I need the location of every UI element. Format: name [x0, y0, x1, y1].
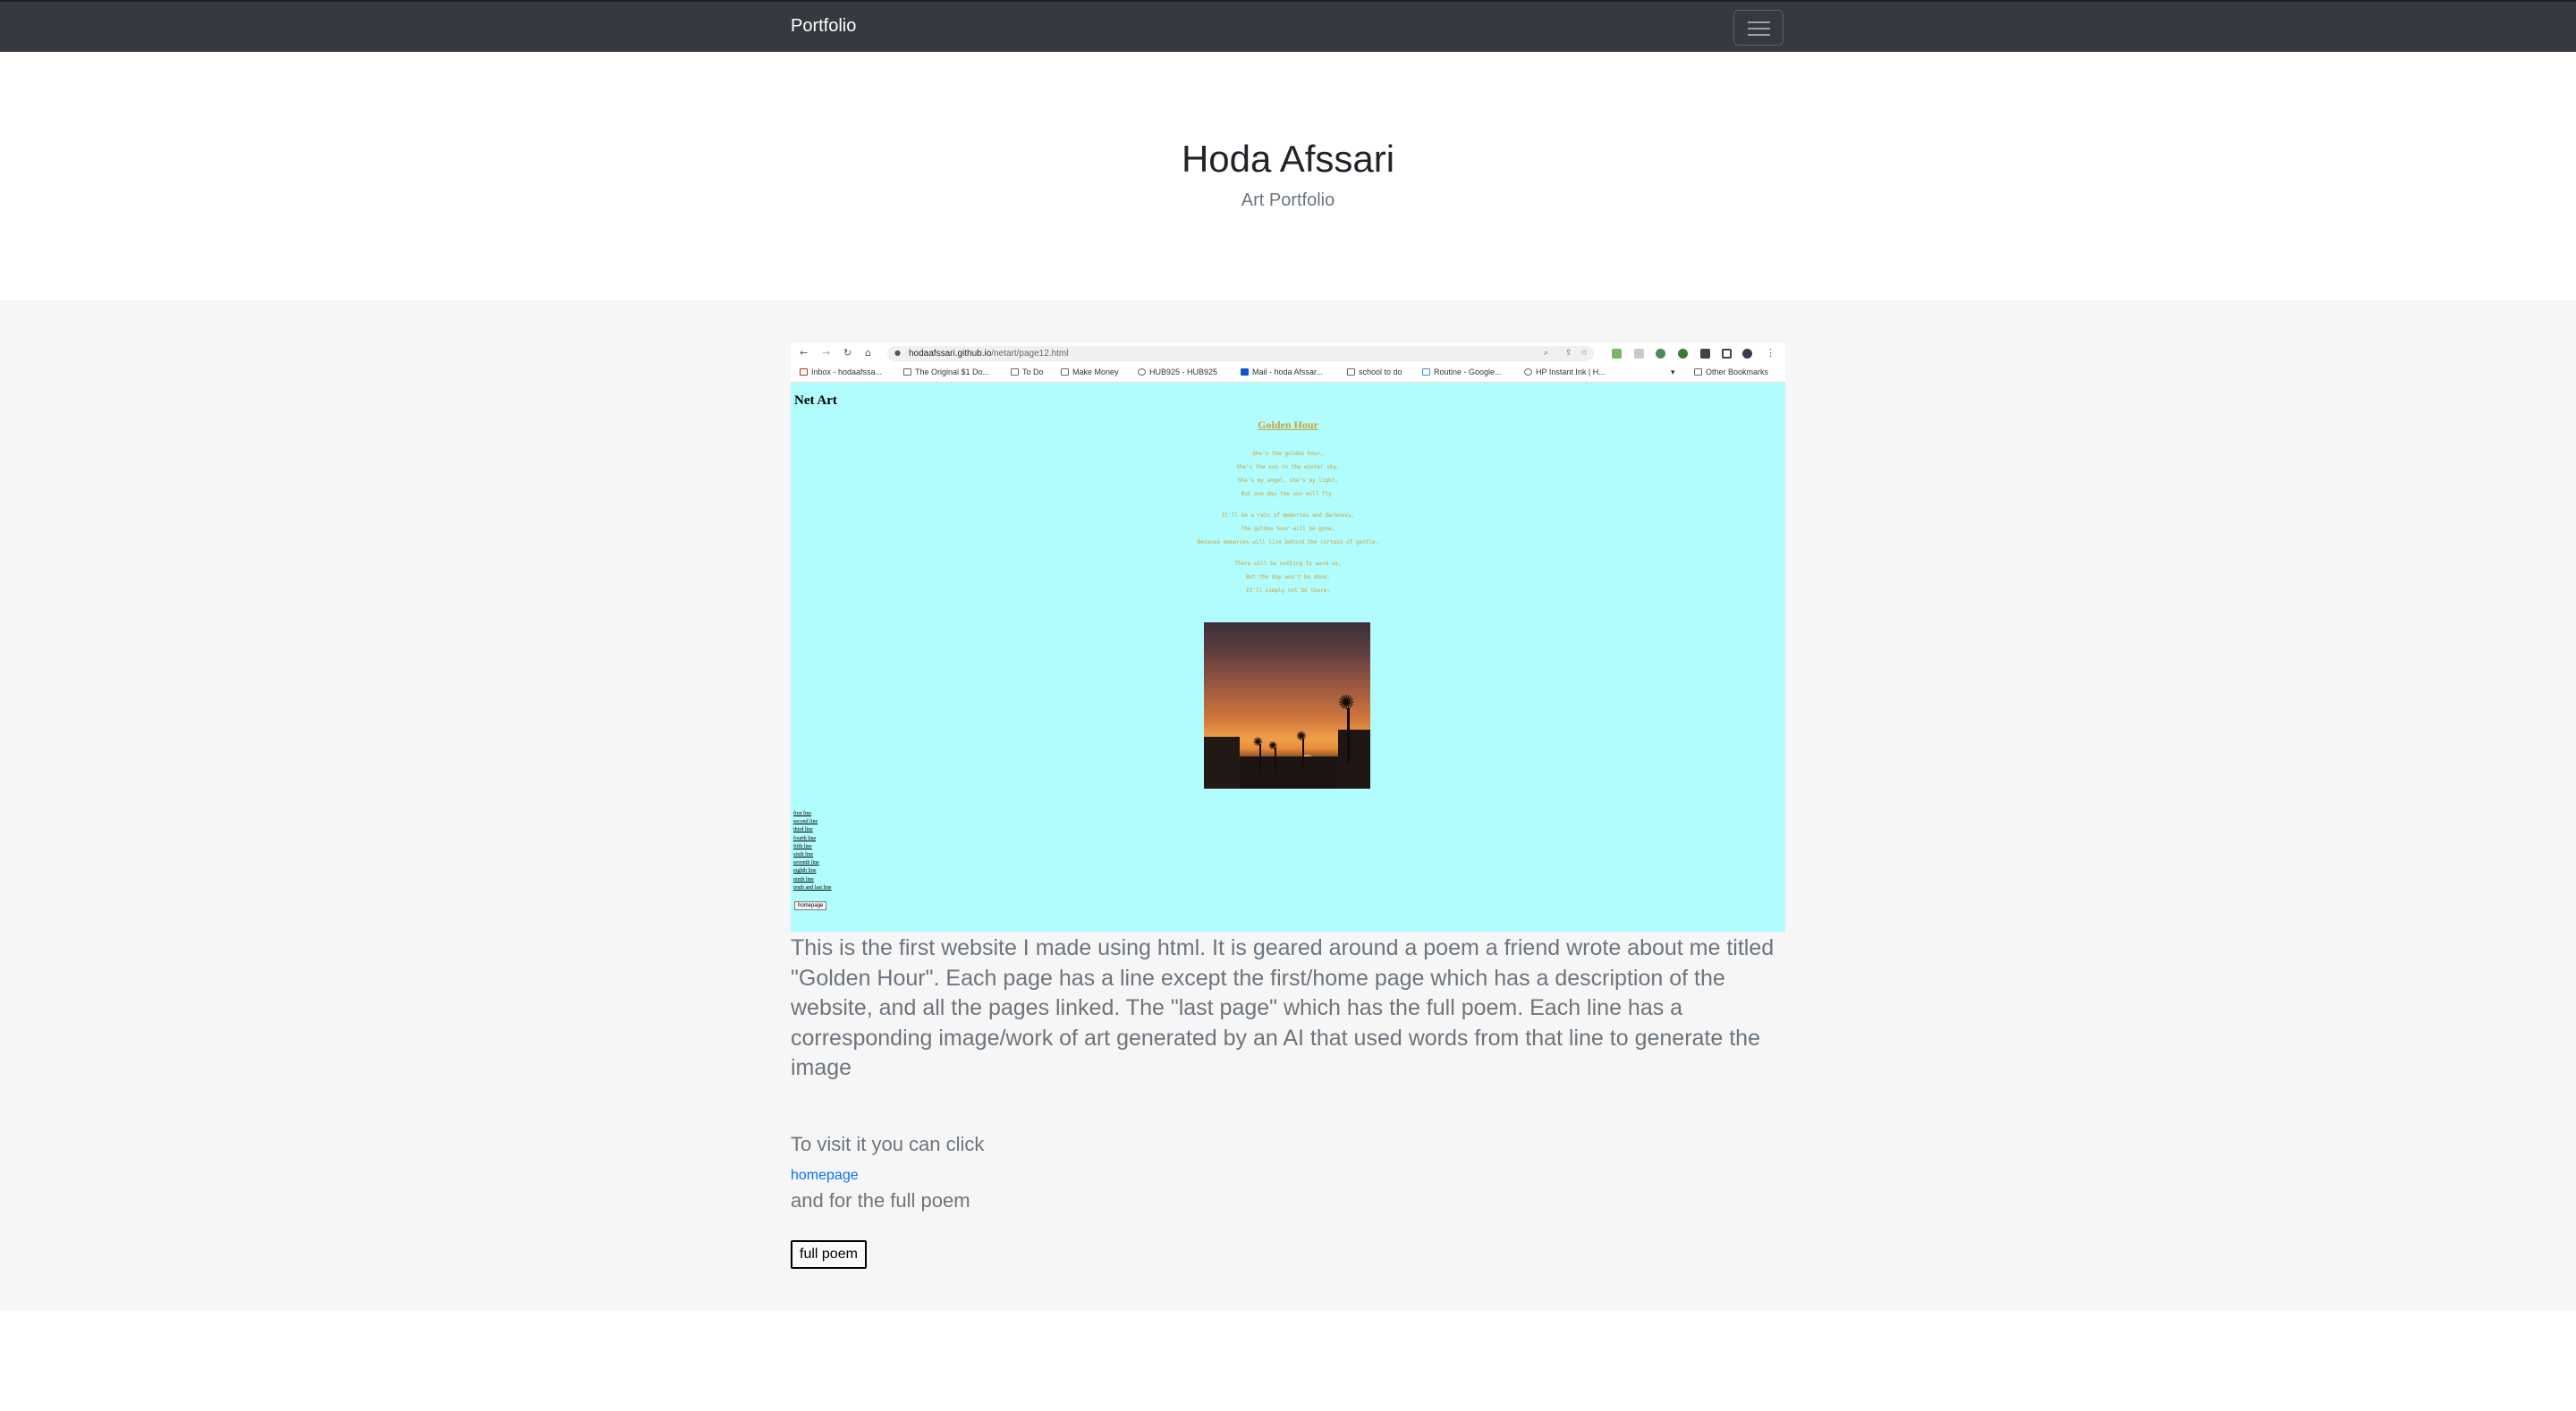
line-link: first line — [793, 811, 812, 816]
line-link: seventh line — [793, 860, 819, 866]
search-icon: ⌕ — [1544, 349, 1549, 358]
bookmark-item: HP Instant Ink | H... — [1524, 368, 1606, 376]
bookmark-label: HUB925 - HUB925 — [1149, 368, 1218, 376]
bookmark-item: school to do — [1347, 368, 1402, 376]
extension-icon — [1678, 349, 1688, 359]
line-link: sixth line — [793, 852, 814, 858]
project-screenshot: ← → ↻ ⌂ ● hodaafssari.github.io/netart/p… — [791, 343, 1785, 932]
reload-icon: ↻ — [843, 347, 852, 359]
bookmark-item: Inbox - hodaafssa... — [800, 368, 882, 376]
address-bar: ● hodaafssari.github.io/netart/page12.ht… — [887, 346, 1594, 361]
extension-icon — [1612, 349, 1622, 359]
line-link: eighth line — [793, 868, 817, 874]
page-title: Hoda Afssari — [1181, 138, 1395, 180]
bookmark-label: Make Money — [1072, 368, 1119, 376]
palm-trunk — [1347, 708, 1350, 762]
bookmark-item: Routine - Google... — [1422, 368, 1502, 376]
back-arrow-icon: ← — [800, 347, 809, 359]
palm-frond: ✺ — [1338, 692, 1355, 714]
bookmark-item: Mail - hoda Afssar... — [1241, 368, 1323, 376]
line-links: first line second line third line fourth… — [793, 810, 832, 892]
home-icon: ⌂ — [865, 347, 871, 359]
line-link: second line — [793, 819, 818, 825]
poem-line: But the day won't be done, — [1246, 574, 1330, 580]
palm-frond: ✺ — [1253, 736, 1263, 749]
poem-title: Golden Hour — [1258, 418, 1318, 431]
homepage-link[interactable]: homepage — [791, 1168, 859, 1184]
poem-line: The golden hour will be gone, — [1241, 526, 1335, 532]
line-link: ninth line — [793, 876, 814, 883]
poem-line: Because memories will live behind the cu… — [1197, 539, 1379, 545]
hamburger-icon — [1748, 21, 1770, 23]
poem-line: She's the golden hour, — [1252, 451, 1324, 457]
extension-icon — [1634, 349, 1644, 359]
puzzle-icon — [1700, 349, 1710, 359]
poem-line: It'll simply not be there. — [1246, 587, 1330, 594]
lock-icon: ● — [894, 349, 901, 357]
photo-building — [1338, 730, 1370, 789]
bookmark-label: Other Bookmarks — [1706, 368, 1769, 376]
page-subtitle: Art Portfolio — [1241, 190, 1335, 210]
netart-heading: Net Art — [794, 393, 837, 408]
screenshot-homepage-button: homepage — [794, 901, 827, 910]
bookmark-label: Inbox - hodaafssa... — [811, 368, 883, 376]
poem-line: It'll be a rain of memories and darkness… — [1221, 512, 1355, 519]
full-poem-text: and for the full poem — [791, 1189, 970, 1212]
palm-frond: ✺ — [1268, 739, 1278, 752]
line-link: fifth line — [793, 843, 812, 849]
navbar-brand[interactable]: Portfolio — [791, 16, 856, 37]
bookmark-item: To Do — [1011, 368, 1044, 376]
forward-arrow-icon: → — [822, 347, 831, 359]
more-icon: ⋮ — [1766, 347, 1775, 359]
address-text: hodaafssari.github.io/netart/page12.html — [909, 349, 1068, 359]
chevron-down-icon: ▾ — [1671, 368, 1675, 376]
poem-line: She's my angel, she's my light, — [1238, 477, 1338, 484]
poem-line: She's the sun in the winter sky, — [1236, 464, 1340, 470]
palm-frond: ✺ — [1296, 730, 1307, 744]
avatar — [1742, 349, 1752, 359]
bookmark-item: Other Bookmarks — [1694, 368, 1768, 376]
line-link: third line — [793, 827, 813, 833]
extension-icon — [1656, 349, 1665, 359]
page-header: Hoda Afssari Art Portfolio — [0, 52, 2576, 300]
netart-page: Net Art Golden Hour She's the golden hou… — [791, 383, 1785, 932]
url-path: /netart/page12.html — [991, 349, 1069, 359]
star-icon: ☆ — [1580, 349, 1589, 358]
sidebar-icon — [1722, 349, 1732, 359]
full-poem-button[interactable]: full poem — [791, 1240, 867, 1269]
photo-building — [1204, 737, 1240, 789]
bookmark-item: The Original $1 Do... — [903, 368, 989, 376]
hamburger-icon — [1748, 28, 1770, 30]
project-description: This is the first website I made using h… — [791, 935, 1775, 1080]
browser-toolbar: ← → ↻ ⌂ ● hodaafssari.github.io/netart/p… — [791, 343, 1785, 363]
line-link: fourth line — [793, 835, 817, 841]
line-link: tenth and last line — [793, 884, 832, 891]
bookmark-item: HUB925 - HUB925 — [1138, 368, 1217, 376]
navbar: Portfolio — [0, 0, 2576, 52]
bookmark-label: To Do — [1022, 368, 1044, 376]
bookmark-label: Mail - hoda Afssar... — [1252, 368, 1324, 376]
bookmark-item: Make Money — [1061, 368, 1119, 376]
poem-line: There will be nothing to warm us, — [1234, 561, 1342, 567]
share-icon: ⇪ — [1565, 349, 1572, 358]
bookmark-label: HP Instant Ink | H... — [1536, 368, 1606, 376]
bookmark-label: Routine - Google... — [1434, 368, 1502, 376]
poem-line: But one day the sun will fly. — [1241, 491, 1335, 497]
bookmarks-bar: Inbox - hodaafssa... The Original $1 Do.… — [791, 363, 1785, 383]
bookmark-label: The Original $1 Do... — [915, 368, 990, 376]
sunset-palm-photo: ✺ ✺ ✺ ✺ — [1204, 622, 1370, 789]
visit-text: To visit it you can click — [791, 1133, 985, 1155]
navbar-toggler-button[interactable] — [1733, 10, 1784, 46]
url-host: hodaafssari.github.io — [909, 349, 992, 359]
hamburger-icon — [1748, 34, 1770, 36]
bookmark-label: school to do — [1359, 368, 1402, 376]
